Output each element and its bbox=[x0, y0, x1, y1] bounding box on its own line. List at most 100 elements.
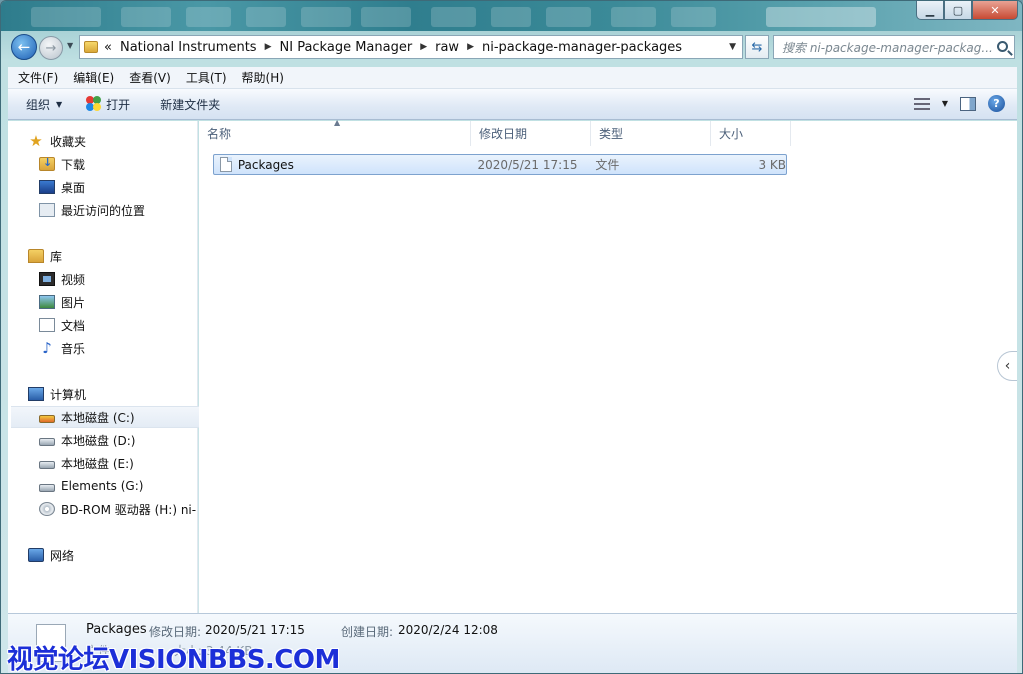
close-button[interactable]: ✕ bbox=[972, 1, 1018, 20]
blurred-taskbar-item bbox=[301, 7, 351, 27]
collapse-pane-handle[interactable]: ‹ bbox=[997, 351, 1017, 381]
chevron-down-icon[interactable]: ▼ bbox=[942, 99, 948, 108]
nav-downloads-label: 下载 bbox=[61, 157, 86, 172]
column-size[interactable]: 大小 bbox=[711, 121, 791, 146]
help-icon[interactable]: ? bbox=[988, 95, 1005, 112]
details-modified-value: 2020/5/21 17:15 bbox=[205, 623, 305, 637]
column-type-label: 类型 bbox=[599, 127, 624, 141]
file-row-packages[interactable]: Packages 2020/5/21 17:15 文件 3 KB bbox=[213, 154, 787, 175]
open-label: 打开 bbox=[106, 97, 131, 112]
preview-pane-icon[interactable] bbox=[960, 96, 976, 111]
maximize-button[interactable]: ▢ bbox=[944, 1, 972, 20]
chevron-right-icon[interactable]: ▶ bbox=[467, 42, 474, 52]
hard-drive-icon bbox=[39, 461, 55, 469]
window-controls: ▁ ▢ ✕ bbox=[916, 1, 1018, 20]
nav-network-label: 网络 bbox=[50, 548, 75, 563]
column-name-label: 名称 bbox=[207, 127, 232, 141]
search-placeholder: 搜索 ni-package-manager-packag... bbox=[782, 40, 993, 55]
breadcrumb-ni-package-manager-packages[interactable]: ni-package-manager-packages bbox=[482, 40, 682, 55]
nav-pictures-label: 图片 bbox=[61, 295, 86, 310]
address-row: ← → ▼ « National Instruments ▶ NI Packag… bbox=[1, 31, 1022, 63]
nav-library-label: 库 bbox=[50, 249, 63, 264]
file-type: 文件 bbox=[595, 158, 620, 172]
nav-network[interactable]: 网络 bbox=[28, 544, 216, 566]
details-file-name: Packages bbox=[86, 622, 147, 637]
command-bar: 组织 ▼ 打开 新建文件夹 ▼ ? bbox=[8, 89, 1017, 120]
music-note-icon: ♪ bbox=[42, 339, 52, 357]
arrow-right-icon: → bbox=[45, 40, 57, 56]
breadcrumb-national-instruments[interactable]: National Instruments bbox=[120, 40, 257, 55]
menu-help[interactable]: 帮助(H) bbox=[232, 69, 289, 86]
menu-view[interactable]: 查看(V) bbox=[119, 69, 176, 86]
nav-documents-label: 文档 bbox=[61, 318, 86, 333]
hard-drive-icon bbox=[39, 484, 55, 492]
column-date-label: 修改日期 bbox=[479, 127, 528, 141]
nav-drive-c[interactable]: 本地磁盘 (C:) bbox=[11, 406, 199, 428]
file-name: Packages bbox=[237, 157, 294, 172]
organize-label: 组织 bbox=[26, 97, 51, 112]
organize-button[interactable]: 组织 ▼ bbox=[8, 96, 74, 113]
column-size-label: 大小 bbox=[719, 127, 744, 141]
recent-places-icon bbox=[39, 203, 55, 217]
back-button[interactable]: ← bbox=[11, 34, 37, 60]
new-folder-label: 新建文件夹 bbox=[160, 97, 221, 112]
library-icon bbox=[28, 249, 44, 263]
nav-drive-c-label: 本地磁盘 (C:) bbox=[61, 410, 135, 425]
hard-drive-icon bbox=[39, 438, 55, 446]
chevron-left-icon: ‹ bbox=[1004, 358, 1011, 374]
nav-favorites[interactable]: ★ 收藏夹 bbox=[28, 130, 216, 152]
video-library-icon bbox=[39, 272, 55, 286]
details-modified-label: 修改日期: bbox=[149, 625, 202, 639]
address-bar[interactable]: « National Instruments ▶ NI Package Mana… bbox=[79, 35, 743, 59]
watermark-text: 视觉论坛VISIONBBS.COM bbox=[7, 645, 340, 674]
menu-file[interactable]: 文件(F) bbox=[8, 69, 63, 86]
nav-drive-g-label: Elements (G:) bbox=[61, 479, 144, 493]
command-bar-right: ▼ ? bbox=[913, 95, 1005, 112]
blurred-taskbar-item bbox=[546, 7, 591, 27]
refresh-button[interactable]: ⇆ bbox=[745, 35, 769, 59]
new-folder-button[interactable]: 新建文件夹 bbox=[142, 96, 232, 113]
search-icon[interactable] bbox=[997, 41, 1008, 52]
view-options-icon[interactable] bbox=[913, 97, 930, 110]
open-button[interactable]: 打开 bbox=[74, 96, 142, 113]
details-created-label: 创建日期: bbox=[341, 625, 394, 639]
nav-drive-h[interactable]: BD-ROM 驱动器 (H:) ni- bbox=[39, 498, 196, 520]
title-bar: ▁ ▢ ✕ bbox=[1, 1, 1022, 31]
blurred-taskbar-item bbox=[121, 7, 171, 27]
breadcrumb-raw[interactable]: raw bbox=[435, 40, 459, 55]
column-header: ▲ 名称 修改日期 类型 大小 bbox=[199, 118, 791, 146]
navigation-pane: ★ 收藏夹 下载 桌面 最近访问的位置 库 视频 图片 文档 bbox=[8, 121, 199, 613]
chevron-right-icon[interactable]: ▶ bbox=[420, 42, 427, 52]
nav-computer[interactable]: 计算机 bbox=[28, 383, 216, 405]
explorer-window: ▁ ▢ ✕ ← → ▼ « National Instruments ▶ NI … bbox=[0, 0, 1023, 674]
forward-button[interactable]: → bbox=[39, 36, 63, 60]
column-type[interactable]: 类型 bbox=[591, 121, 711, 146]
file-icon bbox=[220, 157, 232, 172]
search-input[interactable]: 搜索 ni-package-manager-packag... bbox=[773, 35, 1015, 59]
folder-icon bbox=[84, 41, 98, 53]
column-name[interactable]: ▲ 名称 bbox=[199, 118, 471, 146]
optical-disc-icon bbox=[39, 502, 55, 516]
breadcrumb-overflow[interactable]: « bbox=[104, 40, 112, 55]
blurred-taskbar-item bbox=[31, 7, 101, 27]
blurred-taskbar-item bbox=[186, 7, 231, 27]
menu-edit[interactable]: 编辑(E) bbox=[63, 69, 119, 86]
menu-tools[interactable]: 工具(T) bbox=[176, 69, 232, 86]
chevron-right-icon[interactable]: ▶ bbox=[265, 42, 272, 52]
chevron-down-icon[interactable]: ▼ bbox=[729, 42, 736, 52]
blurred-taskbar-item bbox=[246, 7, 286, 27]
minimize-button[interactable]: ▁ bbox=[916, 1, 944, 20]
recent-pages-dropdown[interactable]: ▼ bbox=[67, 41, 73, 50]
column-date-modified[interactable]: 修改日期 bbox=[471, 121, 591, 146]
file-size: 3 KB bbox=[758, 157, 787, 172]
chevron-down-icon: ▼ bbox=[56, 99, 63, 109]
menu-bar: 文件(F) 编辑(E) 查看(V) 工具(T) 帮助(H) bbox=[8, 67, 1017, 89]
breadcrumb-ni-package-manager[interactable]: NI Package Manager bbox=[280, 40, 413, 55]
nav-library[interactable]: 库 bbox=[28, 245, 216, 267]
nav-computer-label: 计算机 bbox=[50, 387, 87, 402]
file-date: 2020/5/21 17:15 bbox=[477, 157, 578, 172]
nav-recent-label: 最近访问的位置 bbox=[61, 203, 146, 218]
windows-drive-icon bbox=[39, 415, 55, 423]
nav-desktop-label: 桌面 bbox=[61, 180, 86, 195]
nav-drive-h-label: BD-ROM 驱动器 (H:) ni- bbox=[61, 502, 196, 517]
